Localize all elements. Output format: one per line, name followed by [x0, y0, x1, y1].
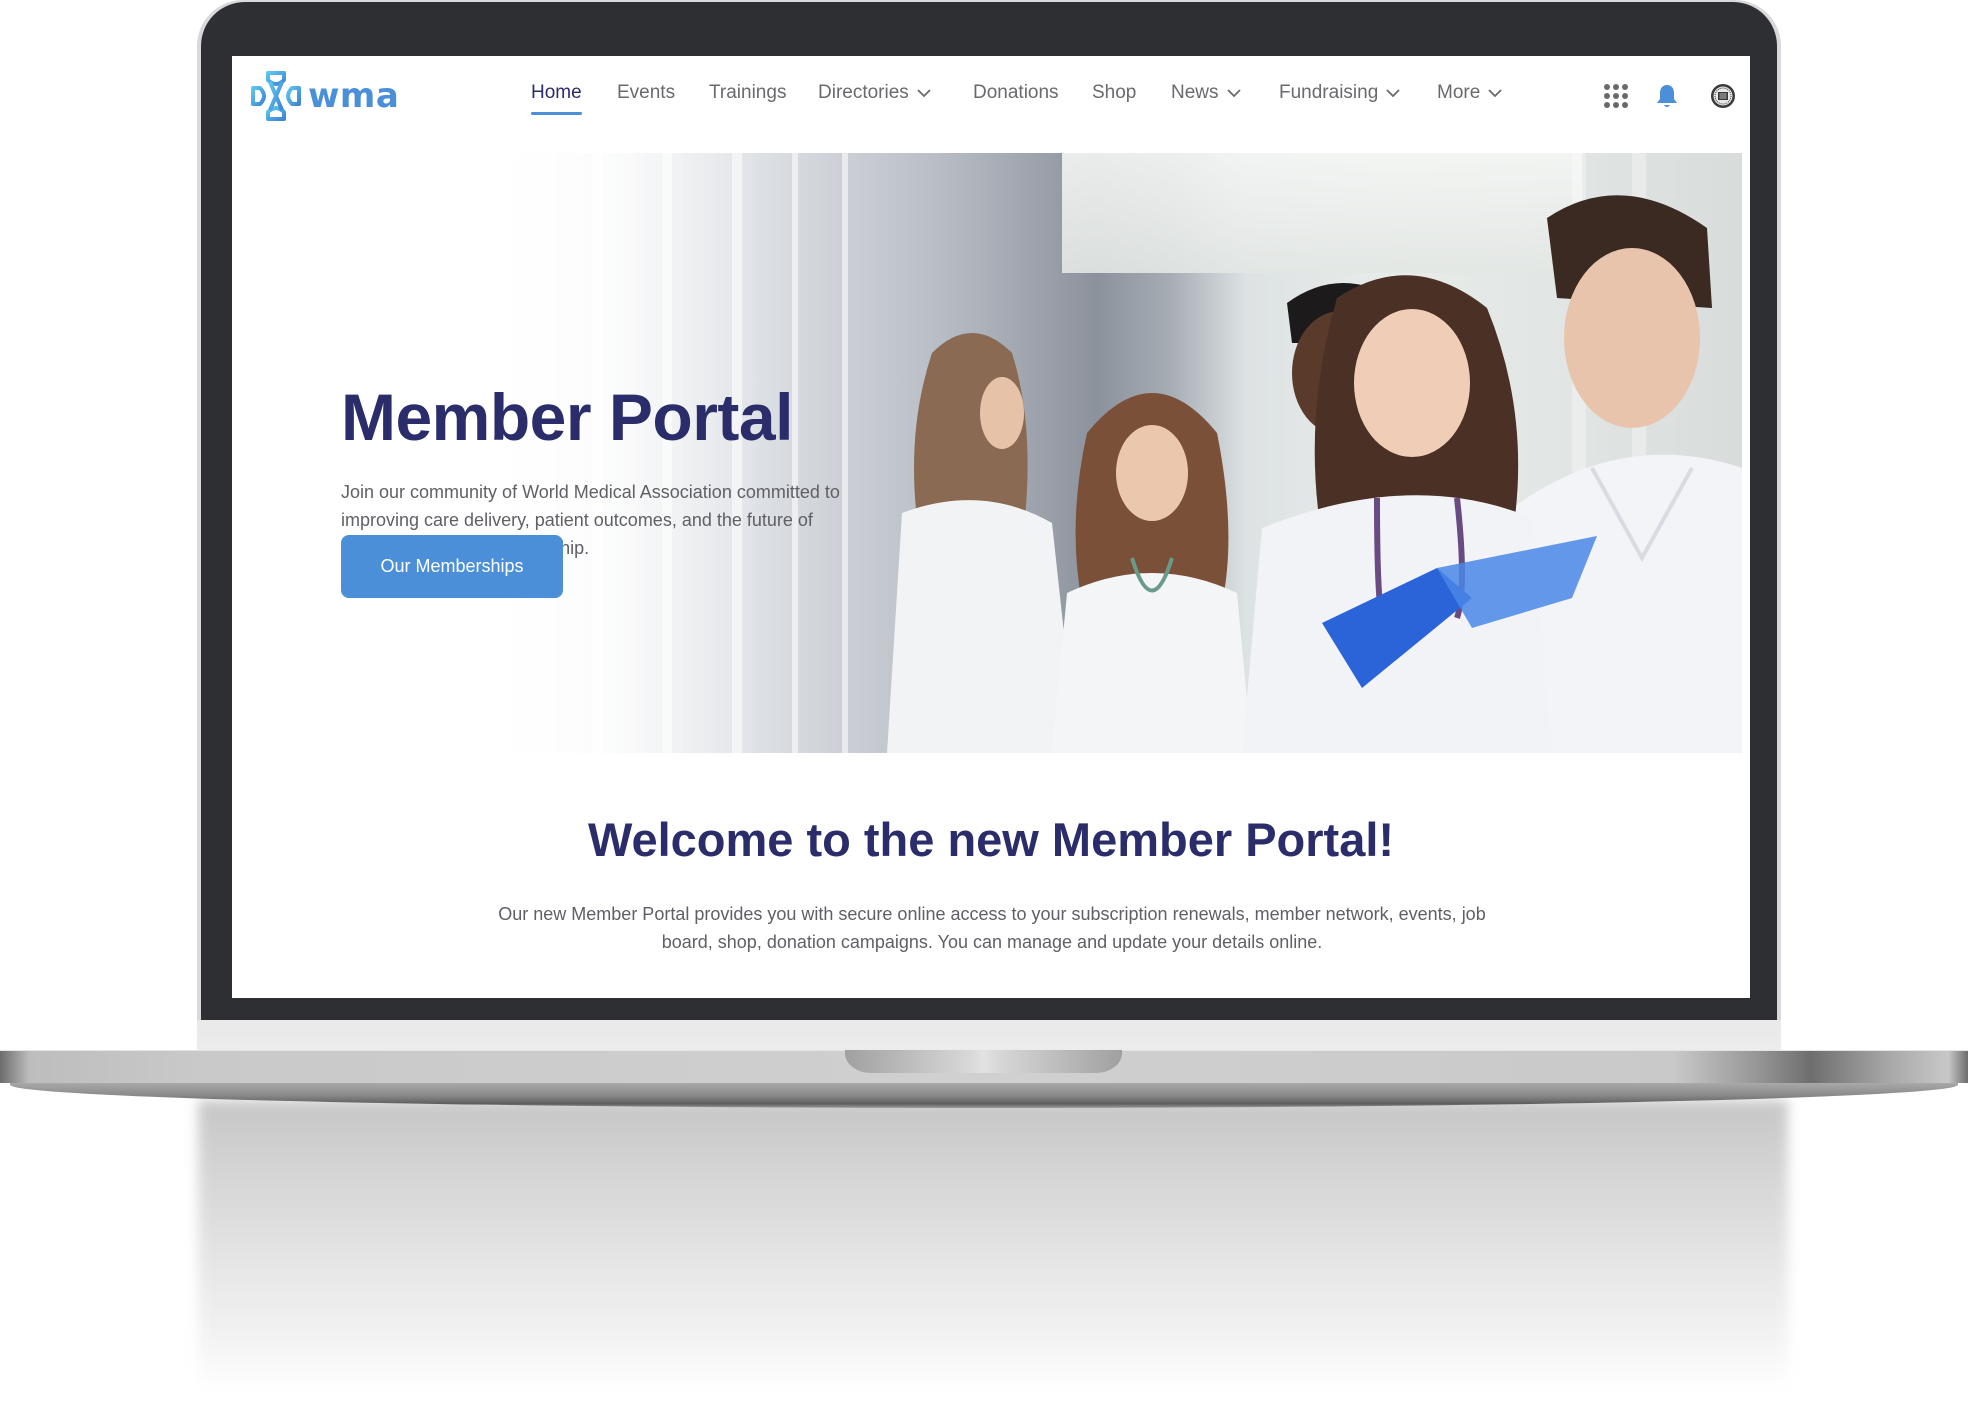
- nav-donations[interactable]: Donations: [973, 82, 1059, 104]
- user-avatar-icon[interactable]: [1710, 83, 1736, 114]
- nav-events-label: Events: [617, 82, 676, 103]
- our-memberships-button[interactable]: Our Memberships: [341, 535, 563, 598]
- apps-grid-icon[interactable]: [1603, 83, 1629, 114]
- nav-trainings-label: Trainings: [709, 82, 787, 103]
- nav-donations-label: Donations: [973, 82, 1059, 103]
- laptop-shadow: [198, 1100, 1788, 1392]
- nav-fundraising-label: Fundraising: [1279, 82, 1379, 103]
- hero-section: Member Portal Join our community of Worl…: [232, 153, 1742, 753]
- nav-directories-label: Directories: [818, 82, 909, 103]
- laptop-opening-notch: [845, 1050, 1122, 1073]
- chevron-down-icon: [917, 89, 931, 98]
- photo-person-doctor-front: [1242, 275, 1597, 753]
- photo-window-stripe: [842, 153, 848, 753]
- nav-more[interactable]: More: [1437, 82, 1502, 104]
- laptop-chin: [197, 1020, 1781, 1050]
- nav-home-label: Home: [531, 82, 582, 103]
- chevron-down-icon: [1488, 89, 1502, 98]
- nav-fundraising[interactable]: Fundraising: [1279, 82, 1400, 104]
- nav-shop-label: Shop: [1092, 82, 1137, 103]
- nav-news[interactable]: News: [1171, 82, 1241, 104]
- nav-more-label: More: [1437, 82, 1481, 103]
- nav-directories[interactable]: Directories: [818, 82, 931, 104]
- nav-home[interactable]: Home: [531, 82, 582, 115]
- nav-shop[interactable]: Shop: [1092, 82, 1136, 104]
- browser-screen: wma Home Events Trainings Directories Do…: [232, 56, 1750, 998]
- top-navigation: wma Home Events Trainings Directories Do…: [232, 56, 1750, 152]
- nav-trainings[interactable]: Trainings: [709, 82, 786, 104]
- nav-events[interactable]: Events: [617, 82, 675, 104]
- active-tab-indicator: [531, 112, 582, 115]
- chevron-down-icon: [1226, 89, 1241, 98]
- welcome-heading: Welcome to the new Member Portal!: [587, 813, 1395, 866]
- welcome-text: Our new Member Portal provides you with …: [498, 904, 1486, 952]
- nav-news-label: News: [1171, 82, 1219, 103]
- chevron-down-icon: [1386, 89, 1400, 98]
- hero-title: Member Portal: [341, 380, 793, 454]
- notification-bell-icon[interactable]: [1656, 83, 1678, 114]
- medical-cross-logo-icon: [251, 71, 301, 121]
- site-logo[interactable]: wma: [250, 70, 399, 122]
- logo-wordmark: wma: [308, 76, 400, 116]
